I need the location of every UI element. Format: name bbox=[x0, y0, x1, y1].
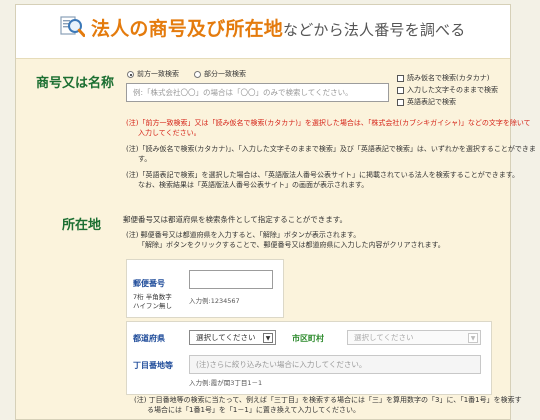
checkbox-kana-label: 読み仮名で検索(カタカナ) bbox=[407, 74, 490, 82]
chevron-down-icon: ▼ bbox=[263, 333, 273, 343]
checkbox-english[interactable] bbox=[397, 99, 404, 106]
name-note-2: (注)「読み仮名で検索(カタカナ)」、「入力した文字そのままで検索」及び「英語表… bbox=[126, 145, 536, 153]
name-note-3: (注)「英語表記で検索」を選択した場合は、「英語版法人番号公表サイト」に掲載され… bbox=[126, 171, 520, 179]
location-note: (注) 郵便番号又は都道府県を入力すると、「解除」ボタンが表示されます。 bbox=[126, 231, 361, 239]
company-name-placeholder: 例:「株式会社〇〇」の場合は「〇〇」のみで検索してください。 bbox=[133, 88, 353, 97]
radio-partial-match[interactable] bbox=[194, 71, 201, 78]
location-section: 所在地 郵便番号又は都道府県を検索条件として指定することができます。 (注) 郵… bbox=[16, 206, 522, 419]
magnifier-document-icon bbox=[60, 16, 85, 37]
page-title: 法人の商号及び所在地などから法人番号を調べる bbox=[91, 14, 465, 41]
postal-code-label: 郵便番号 bbox=[133, 279, 165, 288]
name-section: 商号又は名称 前方一致検索 部分一致検索 例:「株式会社〇〇」の場合は「〇〇」の… bbox=[16, 58, 536, 208]
name-note-1-cont: 入力してください。 bbox=[138, 129, 201, 137]
search-form-card: 法人の商号及び所在地などから法人番号を調べる 商号又は名称 前方一致検索 部分一… bbox=[15, 4, 536, 420]
radio-partial-label: 部分一致検索 bbox=[204, 70, 246, 78]
address-box: 都道府県 選択してください ▼ 市区町村 選択してください ▼ 丁目番地等 (注… bbox=[126, 321, 492, 395]
radio-prefix-label: 前方一致検索 bbox=[137, 70, 179, 78]
page-header: 法人の商号及び所在地などから法人番号を調べる bbox=[16, 5, 510, 45]
radio-prefix-match[interactable] bbox=[127, 71, 134, 78]
name-section-label: 商号又は名称 bbox=[36, 76, 115, 91]
postal-hint-digits: 7桁 半角数字 bbox=[133, 293, 172, 301]
name-note-2-cont: す。 bbox=[138, 155, 152, 163]
chome-note-cont: る場合には「1番1号」を「1－1」に置き換えて入力してください。 bbox=[147, 406, 361, 414]
checkbox-kana[interactable] bbox=[397, 75, 404, 82]
company-name-input[interactable]: 例:「株式会社〇〇」の場合は「〇〇」のみで検索してください。 bbox=[126, 83, 389, 102]
location-intro: 郵便番号又は都道府県を検索条件として指定することができます。 bbox=[123, 215, 348, 224]
postal-example: 入力例:1234567 bbox=[189, 297, 240, 305]
location-section-label: 所在地 bbox=[62, 218, 102, 233]
checkbox-exact[interactable] bbox=[397, 87, 404, 94]
chome-note: (注) 丁目番地等の検索に当たって、例えば「三丁目」を検索する場合には「三」を算… bbox=[134, 396, 522, 404]
chome-label: 丁目番地等 bbox=[133, 361, 173, 370]
postal-hint-nohyphen: ハイフン無し bbox=[133, 302, 172, 310]
checkbox-english-label: 英語表記で検索 bbox=[407, 98, 456, 106]
prefecture-select[interactable]: 選択してください ▼ bbox=[189, 330, 276, 345]
city-label: 市区町村 bbox=[292, 334, 324, 343]
postal-code-input[interactable] bbox=[189, 270, 273, 289]
chome-placeholder: (注)さらに絞り込みたい場合に入力してください。 bbox=[196, 360, 367, 369]
chome-input[interactable]: (注)さらに絞り込みたい場合に入力してください。 bbox=[189, 355, 481, 374]
city-select[interactable]: 選択してください ▼ bbox=[347, 330, 481, 345]
name-note-1: (注)「前方一致検索」又は「読み仮名で検索(カタカナ)」を選択した場合は、「株式… bbox=[126, 119, 531, 127]
postal-code-box: 郵便番号 7桁 半角数字 ハイフン無し 入力例:1234567 bbox=[126, 259, 284, 318]
location-note-cont: 「解除」ボタンをクリックすることで、郵便番号又は都道府県に入力した内容がクリアさ… bbox=[138, 241, 445, 249]
checkbox-exact-label: 入力した文字そのままで検索 bbox=[407, 86, 498, 94]
chome-example: 入力例:霞が関3丁目1－1 bbox=[189, 379, 263, 387]
page-title-rest: などから法人番号を調べる bbox=[283, 21, 466, 39]
city-select-value: 選択してください bbox=[354, 333, 414, 342]
prefecture-label: 都道府県 bbox=[133, 334, 165, 343]
prefecture-select-value: 選択してください bbox=[196, 333, 256, 342]
chevron-down-icon: ▼ bbox=[468, 333, 478, 343]
name-note-3-cont: なお、検索結果は「英語版法人番号公表サイト」の画面が表示されます。 bbox=[138, 181, 369, 189]
page-title-main: 法人の商号及び所在地 bbox=[91, 18, 284, 40]
